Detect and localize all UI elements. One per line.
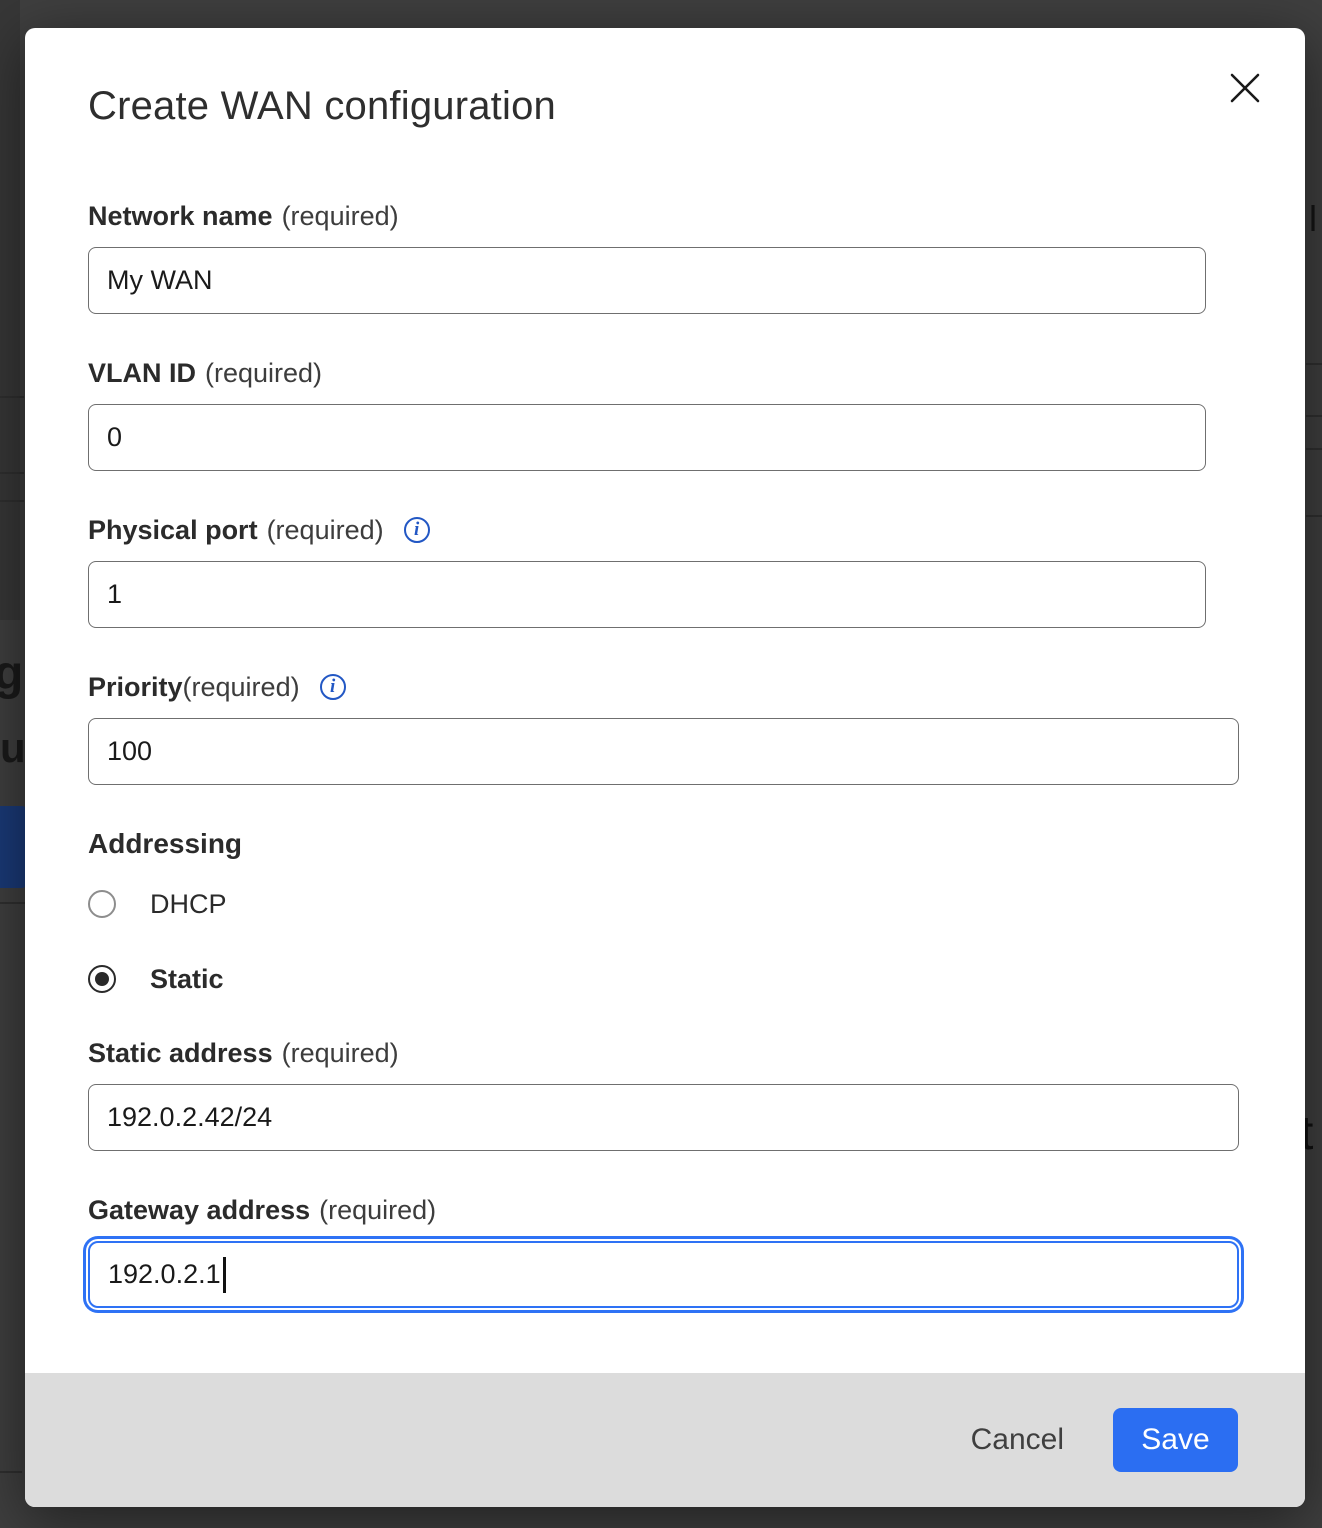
addressing-heading: Addressing <box>88 827 1305 861</box>
background-row-divider <box>1306 515 1322 517</box>
background-row-divider <box>0 396 24 398</box>
background-row-divider <box>0 902 26 904</box>
required-hint: (required) <box>282 199 399 233</box>
dialog-body: Create WAN configuration Network name (r… <box>25 28 1305 1373</box>
page: g u : l t Create WAN configuration Netwo… <box>0 0 1322 1528</box>
background-blue-button-fragment <box>0 806 26 888</box>
background-row-divider <box>1306 448 1322 450</box>
radio-option-static[interactable]: Static <box>88 964 1305 994</box>
physical-port-input[interactable] <box>88 561 1206 628</box>
priority-input[interactable] <box>88 718 1239 785</box>
required-hint: (required) <box>205 356 322 390</box>
field-label-text: Physical port <box>88 513 258 547</box>
physical-port-label: Physical port (required) i <box>88 513 1305 547</box>
info-icon[interactable]: i <box>320 674 346 700</box>
required-hint: (required) <box>183 670 300 704</box>
required-hint: (required) <box>282 1036 399 1070</box>
field-label-text: Gateway address <box>88 1193 310 1227</box>
network-name-input[interactable] <box>88 247 1206 314</box>
required-hint: (required) <box>267 513 384 547</box>
radio-button-icon[interactable] <box>88 965 116 993</box>
background-text-fragment: g <box>0 646 23 701</box>
background-sidebar-edge <box>0 0 20 620</box>
field-label-text: Static address <box>88 1036 273 1070</box>
radio-option-label: Static <box>150 964 224 995</box>
radio-option-label: DHCP <box>150 889 227 920</box>
info-icon[interactable]: i <box>404 517 430 543</box>
gateway-address-input[interactable]: 192.0.2.1 <box>88 1241 1239 1308</box>
background-row-divider <box>0 1471 22 1473</box>
field-label-text: Priority <box>88 670 183 704</box>
field-label-text: VLAN ID <box>88 356 196 390</box>
background-row-divider <box>0 500 24 502</box>
background-row-divider <box>1306 415 1322 417</box>
create-wan-dialog: Create WAN configuration Network name (r… <box>25 28 1305 1507</box>
priority-label: Priority (required) i <box>88 670 1305 704</box>
network-name-label: Network name (required) <box>88 199 1305 233</box>
save-button[interactable]: Save <box>1113 1408 1238 1472</box>
static-address-input[interactable] <box>88 1084 1239 1151</box>
radio-button-icon[interactable] <box>88 890 116 918</box>
radio-option-dhcp[interactable]: DHCP <box>88 889 1305 919</box>
background-row-divider <box>1306 363 1322 365</box>
gateway-address-value: 192.0.2.1 <box>108 1259 221 1290</box>
cancel-button[interactable]: Cancel <box>971 1423 1064 1457</box>
field-label-text: Network name <box>88 199 273 233</box>
dialog-footer: Cancel Save <box>25 1373 1305 1507</box>
vlan-id-label: VLAN ID (required) <box>88 356 1305 390</box>
required-hint: (required) <box>319 1193 436 1227</box>
background-row-divider <box>0 472 24 474</box>
background-text-fragment: u <box>0 724 26 772</box>
gateway-address-label: Gateway address (required) <box>88 1193 1305 1227</box>
text-cursor <box>223 1257 226 1293</box>
vlan-id-input[interactable] <box>88 404 1206 471</box>
static-address-label: Static address (required) <box>88 1036 1305 1070</box>
dialog-title: Create WAN configuration <box>88 84 1305 129</box>
